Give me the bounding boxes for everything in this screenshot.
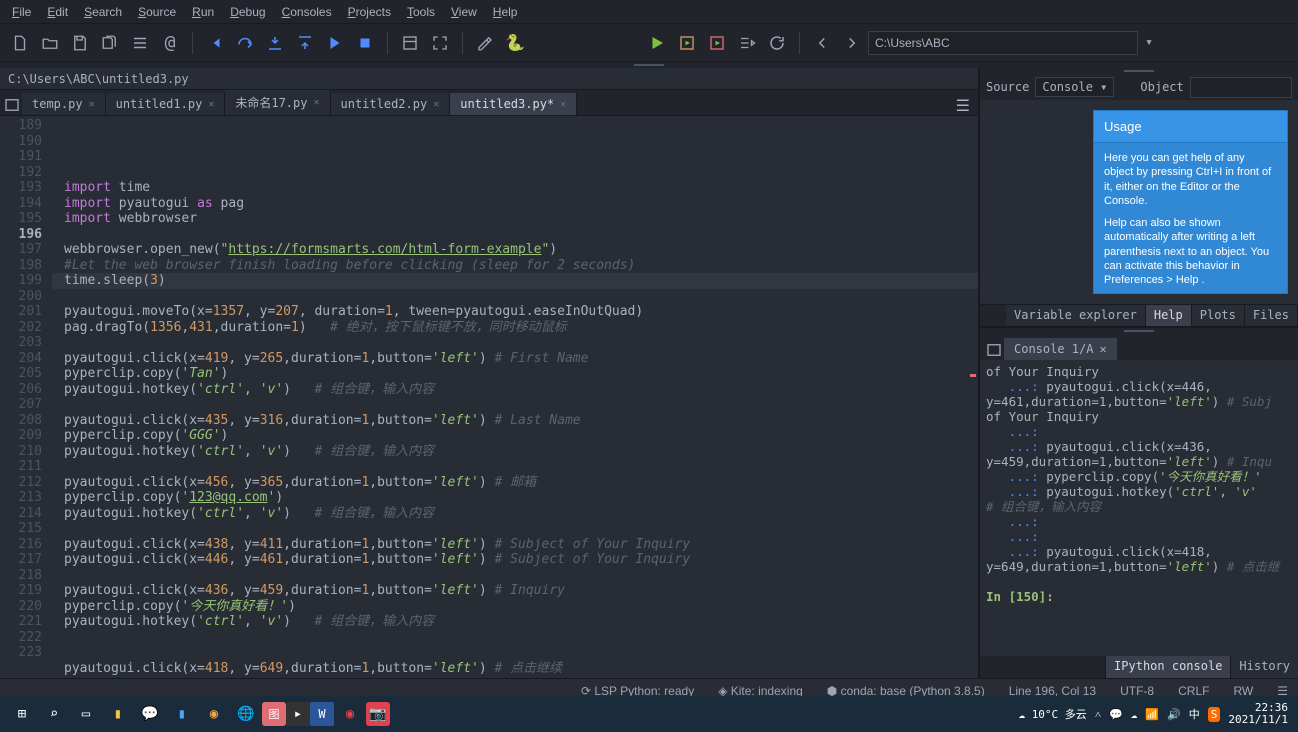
chrome-icon[interactable]: 🌐 (230, 698, 262, 730)
weather-widget[interactable]: ☁ 10°C 多云 (1018, 706, 1086, 722)
python-path-button[interactable]: 🐍 (501, 29, 529, 57)
menu-consoles[interactable]: Consoles (274, 3, 340, 21)
tabs-menu-button[interactable]: ☰ (956, 96, 970, 115)
object-input[interactable] (1190, 77, 1292, 98)
window-layout-button[interactable] (396, 29, 424, 57)
usage-title: Usage (1094, 111, 1287, 143)
usage-text-2: Help can also be shown automatically aft… (1104, 216, 1277, 287)
menubar: FileEditSearchSourceRunDebugConsolesProj… (0, 0, 1298, 24)
menu-projects[interactable]: Projects (340, 3, 399, 21)
windows-taskbar: ⊞ ⌕ ▭ ▮ 💬 ▮ ◉ 🌐 图 ▸ W ◉ 📷 ☁ 10°C 多云 ˄ 💬 … (0, 696, 1298, 732)
pane-tab-variable-explorer[interactable]: Variable explorer (1006, 305, 1146, 326)
help-toolbar: Source Console ▾ Object (980, 74, 1298, 100)
line-gutter: 1891901911921931941951961971981992002012… (0, 116, 52, 678)
search-button[interactable]: ⌕ (38, 698, 70, 730)
help-tabs: Variable explorerHelpPlotsFiles (980, 304, 1298, 326)
open-file-button[interactable] (36, 29, 64, 57)
browse-tabs-button[interactable] (2, 95, 22, 115)
debug-stepover-button[interactable] (231, 29, 259, 57)
close-icon[interactable]: ✕ (313, 97, 319, 108)
at-button[interactable]: @ (156, 29, 184, 57)
pane-tab-files[interactable]: Files (1245, 305, 1298, 326)
debug-stop-button[interactable] (351, 29, 379, 57)
debug-stepin-button[interactable] (261, 29, 289, 57)
tab-temppy[interactable]: temp.py✕ (22, 93, 106, 115)
tray-ime-icon[interactable]: 中 (1189, 706, 1200, 722)
clock[interactable]: 22:36 2021/11/1 (1228, 702, 1292, 726)
tray-volume-icon[interactable]: 🔊 (1167, 708, 1181, 721)
tab-untitled1py[interactable]: untitled1.py✕ (106, 93, 226, 115)
app-red-icon[interactable]: 图 (262, 702, 286, 726)
pane-tab-plots[interactable]: Plots (1192, 305, 1245, 326)
usage-text-1: Here you can get help of any object by p… (1104, 151, 1277, 208)
tray-network-icon[interactable]: 📶 (1145, 708, 1159, 721)
tray-cloud-icon[interactable]: ☁ (1131, 708, 1138, 721)
close-icon[interactable]: ✕ (433, 99, 439, 110)
toolbar: @ 🐍 ▾ (0, 24, 1298, 62)
tab-untitled3py[interactable]: untitled3.py*✕ (450, 93, 577, 115)
menu-run[interactable]: Run (184, 3, 222, 21)
browse-dir-button[interactable]: ▾ (1140, 29, 1158, 57)
taskview-button[interactable]: ▭ (70, 698, 102, 730)
close-icon[interactable]: ✕ (1099, 342, 1106, 356)
bottom-tab-ipython-console[interactable]: IPython console (1105, 656, 1230, 678)
console-output[interactable]: of Your Inquiry ...: pyautogui.click(x=4… (980, 360, 1298, 656)
menu-view[interactable]: View (443, 3, 485, 21)
list-button[interactable] (126, 29, 154, 57)
menu-source[interactable]: Source (130, 3, 184, 21)
new-file-button[interactable] (6, 29, 34, 57)
close-icon[interactable]: ✕ (208, 99, 214, 110)
start-button[interactable]: ⊞ (6, 698, 38, 730)
nav-back-button[interactable] (808, 29, 836, 57)
working-dir-input[interactable] (868, 31, 1138, 55)
rerun-button[interactable] (763, 29, 791, 57)
menu-search[interactable]: Search (76, 3, 130, 21)
save-button[interactable] (66, 29, 94, 57)
menu-file[interactable]: File (4, 3, 39, 21)
netease-icon[interactable]: ◉ (334, 698, 366, 730)
source-combo[interactable]: Console ▾ (1035, 77, 1114, 97)
bottom-tab-history[interactable]: History (1230, 656, 1298, 678)
menu-debug[interactable]: Debug (222, 3, 273, 21)
tray-wechat-icon[interactable]: 💬 (1109, 708, 1123, 721)
console-browse-button[interactable] (984, 340, 1004, 360)
tray-expand-icon[interactable]: ˄ (1095, 708, 1101, 721)
debug-step-button[interactable] (201, 29, 229, 57)
menu-edit[interactable]: Edit (39, 3, 76, 21)
run-selection-button[interactable] (733, 29, 761, 57)
run-button[interactable] (643, 29, 671, 57)
console-pane-tabs: IPython consoleHistory (980, 656, 1298, 678)
preferences-button[interactable] (471, 29, 499, 57)
nav-forward-button[interactable] (838, 29, 866, 57)
camera-icon[interactable]: 📷 (366, 702, 390, 726)
word-icon[interactable]: W (310, 702, 334, 726)
run-cell-button[interactable] (673, 29, 701, 57)
explorer-icon[interactable]: ▮ (102, 698, 134, 730)
app-orange-icon[interactable]: ◉ (198, 698, 230, 730)
app-blue-icon[interactable]: ▮ (166, 698, 198, 730)
terminal-icon[interactable]: ▸ (286, 702, 310, 726)
menu-help[interactable]: Help (485, 3, 526, 21)
pane-tab-help[interactable]: Help (1146, 305, 1192, 326)
close-icon[interactable]: ✕ (560, 99, 566, 110)
close-icon[interactable]: ✕ (89, 99, 95, 110)
fullscreen-button[interactable] (426, 29, 454, 57)
editor-pane: C:\Users\ABC\untitled3.py temp.py✕untitl… (0, 68, 980, 678)
debug-continue-button[interactable] (321, 29, 349, 57)
editor-tabs: temp.py✕untitled1.py✕未命名17.py✕untitled2.… (0, 90, 978, 116)
code-area[interactable]: import timeimport pyautogui as pagimport… (52, 116, 978, 678)
save-all-button[interactable] (96, 29, 124, 57)
wechat-icon[interactable]: 💬 (134, 698, 166, 730)
file-path-bar: C:\Users\ABC\untitled3.py (0, 68, 978, 90)
tab-17py[interactable]: 未命名17.py✕ (225, 90, 330, 115)
console-tab[interactable]: Console 1/A✕ (1004, 338, 1117, 360)
debug-stepout-button[interactable] (291, 29, 319, 57)
usage-card: Usage Here you can get help of any objec… (1093, 110, 1288, 294)
run-cell-advance-button[interactable] (703, 29, 731, 57)
tray-sogou-icon[interactable]: S (1208, 707, 1221, 722)
object-label: Object (1140, 80, 1183, 94)
menu-tools[interactable]: Tools (399, 3, 443, 21)
source-label: Source (986, 80, 1029, 94)
tab-untitled2py[interactable]: untitled2.py✕ (331, 93, 451, 115)
